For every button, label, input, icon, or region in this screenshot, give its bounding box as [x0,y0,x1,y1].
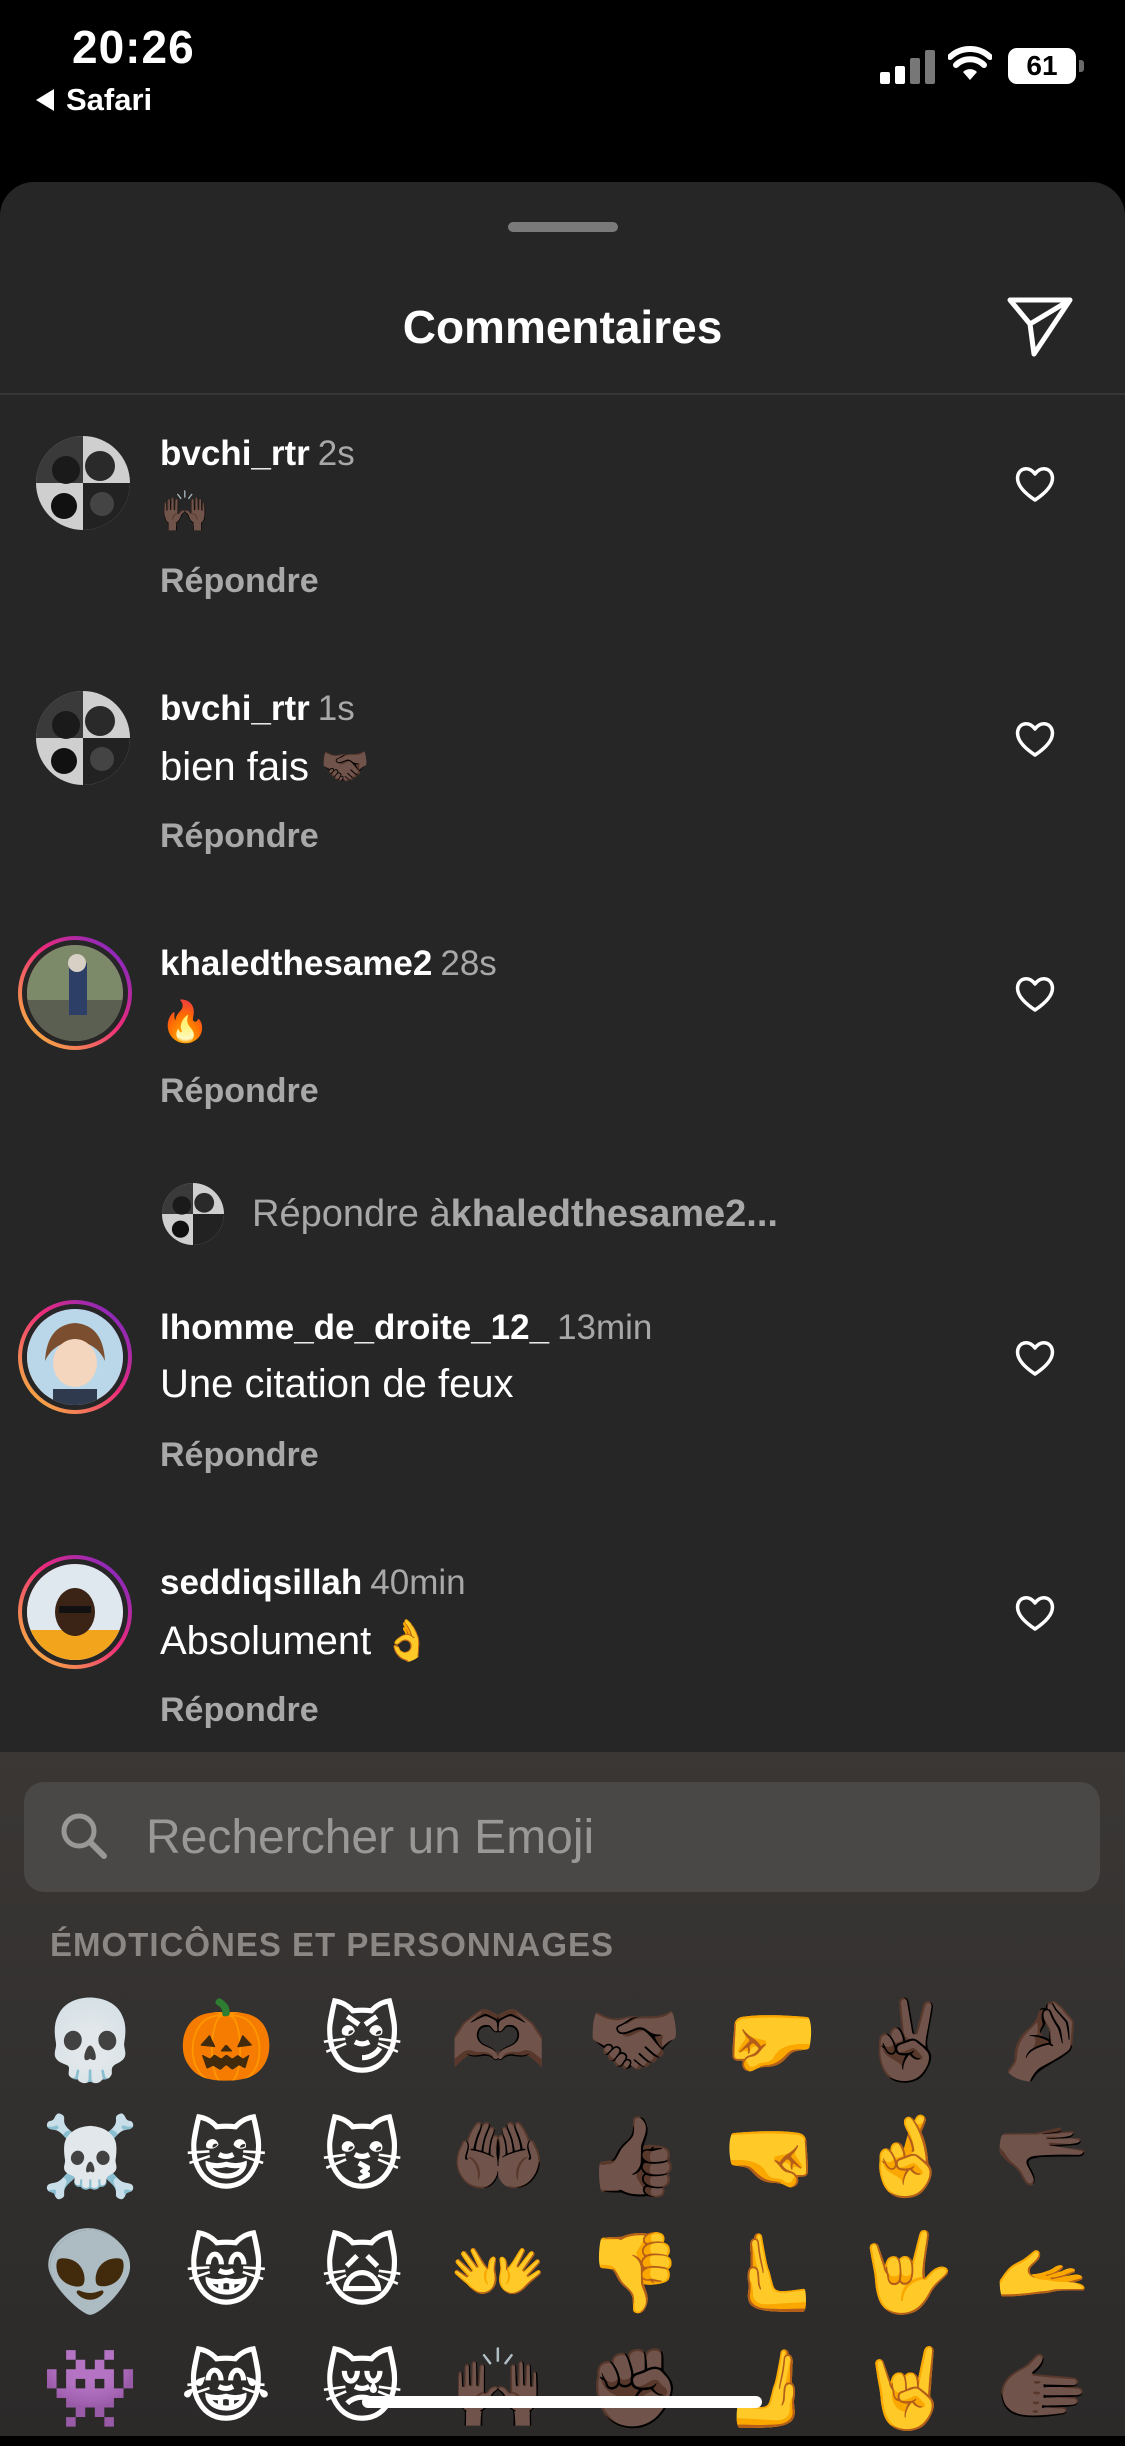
emoji-search-input[interactable]: Rechercher un Emoji [24,1782,1100,1892]
comment-item: khaledthesame2 28s 🔥 Répondre [0,924,1125,1174]
emoji-grid: 💀 🎃 😼 🫶🏿 🤝🏿 🤛 ✌🏿 🤌🏿 ☠️ 😺 😽 🤲🏿 👍🏿 🤜 🤞 🫳🏿 … [22,1982,1122,2446]
emoji-search-placeholder: Rechercher un Emoji [146,1811,595,1864]
reply-button[interactable]: Répondre [160,817,319,856]
paper-plane-icon[interactable] [1004,292,1076,360]
comment-time: 2s [317,434,355,473]
comment-username[interactable]: lhomme_de_droite_12_ 13min [160,1308,652,1348]
emoji-keyboard: Rechercher un Emoji ÉMOTICÔNES ET PERSON… [0,1752,1125,2436]
comment-time: 13min [557,1308,653,1347]
comment-username[interactable]: seddiqsillah 40min [160,1563,466,1603]
emoji-key[interactable]: 😽 [294,2098,430,2214]
avatar[interactable] [36,436,130,530]
avatar-image [27,1564,123,1660]
emoji-key[interactable]: ✌🏿 [838,1982,974,2098]
comment-time: 28s [440,944,497,983]
emoji-key[interactable]: 💀 [22,1982,158,2098]
comment-item: bvchi_rtr 2s 🙌🏿 Répondre [0,414,1125,664]
emoji-key[interactable]: ☠️ [22,2098,158,2214]
emoji-key[interactable]: 🫸 [702,2330,838,2446]
back-to-safari-button[interactable]: Safari [36,82,152,118]
emoji-key[interactable]: 🫴 [974,2214,1110,2330]
emoji-key[interactable]: 😹 [158,2330,294,2446]
avatar-story-ring[interactable] [18,1300,132,1414]
emoji-key[interactable]: 🤘 [838,2330,974,2446]
clock: 20:26 [72,21,195,73]
reply-button[interactable]: Répondre [160,1436,319,1475]
comment-text: 🙌🏿 [160,490,210,534]
emoji-key[interactable]: 🤞 [838,2098,974,2214]
back-triangle-icon [36,89,54,111]
emoji-key[interactable]: 👽 [22,2214,158,2330]
emoji-key[interactable]: 🤌🏿 [974,1982,1110,2098]
emoji-key[interactable]: 😿 [294,2330,430,2446]
emoji-key[interactable]: 🫶🏿 [430,1982,566,2098]
magnifier-icon [61,1813,107,1859]
emoji-key[interactable]: 👎 [566,2214,702,2330]
emoji-key[interactable]: ✊🏿 [566,2330,702,2446]
emoji-key[interactable]: 🤲🏿 [430,2098,566,2214]
heart-outline-icon[interactable] [1014,1593,1056,1633]
emoji-key[interactable]: 🙀 [294,2214,430,2330]
comment-time: 40min [370,1563,466,1602]
comment-text: bien fais 🤝🏿 [160,745,370,789]
reply-button[interactable]: Répondre [160,1691,319,1730]
emoji-category-title: ÉMOTICÔNES ET PERSONNAGES [50,1926,615,1963]
reply-to-prefix: Répondre à [252,1192,451,1235]
sheet-title: Commentaires [402,301,723,353]
avatar-image [36,691,130,785]
sheet-grabber[interactable] [508,222,618,232]
heart-outline-icon[interactable] [1014,1338,1056,1378]
avatar-image [27,945,123,1041]
comment-text: Une citation de feux [160,1362,514,1406]
back-app-label: Safari [66,82,153,117]
emoji-key[interactable]: 👐 [430,2214,566,2330]
emoji-key[interactable]: 🎃 [158,1982,294,2098]
avatar[interactable] [36,691,130,785]
reply-to-row[interactable]: Répondre à khaledthesame2... [162,1182,778,1246]
header-divider [0,393,1125,395]
avatar [22,940,128,1046]
battery-icon: 61 [1008,48,1084,84]
comment-text: Absolument 👌 [160,1619,433,1663]
comment-time: 1s [317,689,355,728]
comment-text: 🔥 [160,1000,210,1044]
emoji-key[interactable]: 🤟 [838,2214,974,2330]
emoji-key[interactable]: 👍🏿 [566,2098,702,2214]
emoji-key[interactable]: 😺 [158,2098,294,2214]
emoji-key[interactable]: 😼 [294,1982,430,2098]
avatar [22,1559,128,1665]
reply-button[interactable]: Répondre [160,1072,319,1111]
emoji-key[interactable]: 🤜 [702,2098,838,2214]
reply-to-username: khaledthesame2... [450,1192,778,1235]
emoji-key[interactable]: 🙌🏿 [430,2330,566,2446]
comment-username[interactable]: bvchi_rtr 2s [160,434,355,474]
emoji-key[interactable]: 🫳🏿 [974,2098,1110,2214]
comment-item: lhomme_de_droite_12_ 13min Une citation d… [0,1288,1125,1538]
comment-item: bvchi_rtr 1s bien fais 🤝🏿 Répondre [0,669,1125,919]
reply-button[interactable]: Répondre [160,562,319,601]
comment-username[interactable]: khaledthesame2 28s [160,944,497,984]
status-bar: 20:26 Safari 61 [0,0,1125,130]
avatar-image [27,1309,123,1405]
emoji-key[interactable]: 🤝🏿 [566,1982,702,2098]
heart-outline-icon[interactable] [1014,464,1056,504]
emoji-key[interactable]: 😸 [158,2214,294,2330]
avatar-story-ring[interactable] [18,936,132,1050]
emoji-key[interactable]: 🫱🏿 [974,2330,1110,2446]
home-indicator[interactable] [362,2396,762,2408]
avatar [22,1304,128,1410]
heart-outline-icon[interactable] [1014,974,1056,1014]
emoji-key[interactable]: 🤛 [702,1982,838,2098]
heart-outline-icon[interactable] [1014,719,1056,759]
wifi-icon [948,46,992,80]
cellular-signal-icon [880,48,936,84]
emoji-key[interactable]: 👾 [22,2330,158,2446]
current-user-avatar [162,1183,224,1245]
avatar-image [36,436,130,530]
comment-username[interactable]: bvchi_rtr 1s [160,689,355,729]
emoji-key[interactable]: 🫷 [702,2214,838,2330]
avatar-story-ring[interactable] [18,1555,132,1669]
